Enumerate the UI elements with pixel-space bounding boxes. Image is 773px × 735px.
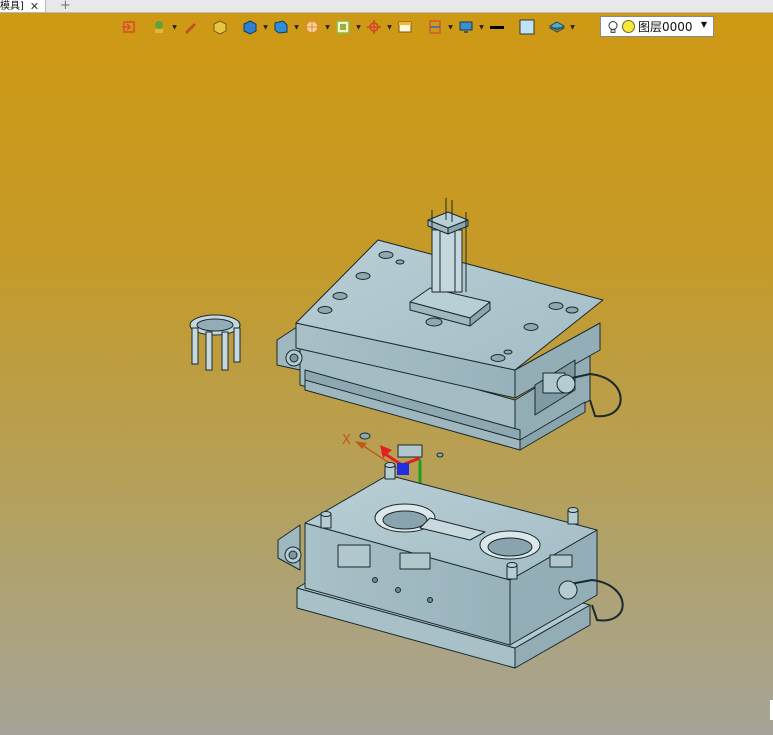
exit-button[interactable] [118,16,140,38]
window-icon [398,21,412,33]
dropdown-arrow-icon[interactable]: ▼ [386,16,393,38]
layer-stack-icon [549,21,565,33]
shaded-view-icon [274,20,288,34]
document-tab-bar: 模具] ✕ + [0,0,773,13]
yellow-cube-icon [213,20,227,35]
display-style-icon [155,21,163,33]
dropdown-arrow-icon[interactable]: ▼ [293,16,300,38]
blue-cube-icon [243,20,257,35]
pencil-button[interactable] [179,16,201,38]
layer-color-icon[interactable] [622,20,635,33]
line-style-icon [490,26,504,29]
new-tab-icon[interactable]: + [60,0,71,13]
color-swatch-button[interactable] [516,16,538,38]
dropdown-arrow-icon[interactable]: ▼ [324,16,331,38]
origin-button[interactable] [363,16,385,38]
blue-cube-button[interactable] [239,16,261,38]
cad-window: 模具] ✕ + ▼ ▼ ▼ ▼ ▼ ▼ ▼ ▼ ▼ 图层0000 ▼ X [0,0,773,735]
section-button[interactable] [424,16,446,38]
chevron-down-icon[interactable]: ▼ [701,20,707,29]
sphere-button[interactable] [301,16,323,38]
3d-viewport[interactable]: X Z [0,40,773,735]
dropdown-arrow-icon[interactable]: ▼ [447,16,454,38]
document-tab-label: 模具] [0,0,24,12]
document-tab[interactable]: 模具] ✕ [0,0,47,12]
x-axis-label: X [342,433,351,448]
color-swatch-icon [519,19,535,35]
window-button[interactable] [394,16,416,38]
dropdown-arrow-icon[interactable]: ▼ [171,16,178,38]
layer-stack-button[interactable] [546,16,568,38]
sphere-icon [305,20,319,34]
section-icon [429,20,441,34]
dropdown-arrow-icon[interactable]: ▼ [262,16,269,38]
monitor-icon [459,21,473,33]
insert-ring-part[interactable] [189,314,241,371]
lightbulb-icon[interactable] [606,20,620,34]
exit-icon [122,21,135,33]
dropdown-arrow-icon[interactable]: ▼ [478,16,485,38]
pencil-icon [185,23,196,34]
dropdown-arrow-icon[interactable]: ▼ [355,16,362,38]
view-frame-icon [336,20,350,34]
upper-mold-assembly[interactable] [276,198,622,458]
view-toolbar: ▼ ▼ ▼ ▼ ▼ ▼ ▼ ▼ ▼ [118,15,576,39]
shaded-view-button[interactable] [270,16,292,38]
close-tab-icon[interactable]: ✕ [30,1,39,12]
display-style-button[interactable] [148,16,170,38]
yellow-cube-button[interactable] [209,16,231,38]
monitor-button[interactable] [455,16,477,38]
view-frame-button[interactable] [332,16,354,38]
dropdown-arrow-icon[interactable]: ▼ [569,16,576,38]
layer-name: 图层0000 [638,20,693,34]
layer-dropdown[interactable]: 图层0000 ▼ [600,16,714,37]
origin-icon [367,20,381,34]
lower-mold-assembly[interactable] [277,462,624,669]
line-style-button[interactable] [486,16,508,38]
